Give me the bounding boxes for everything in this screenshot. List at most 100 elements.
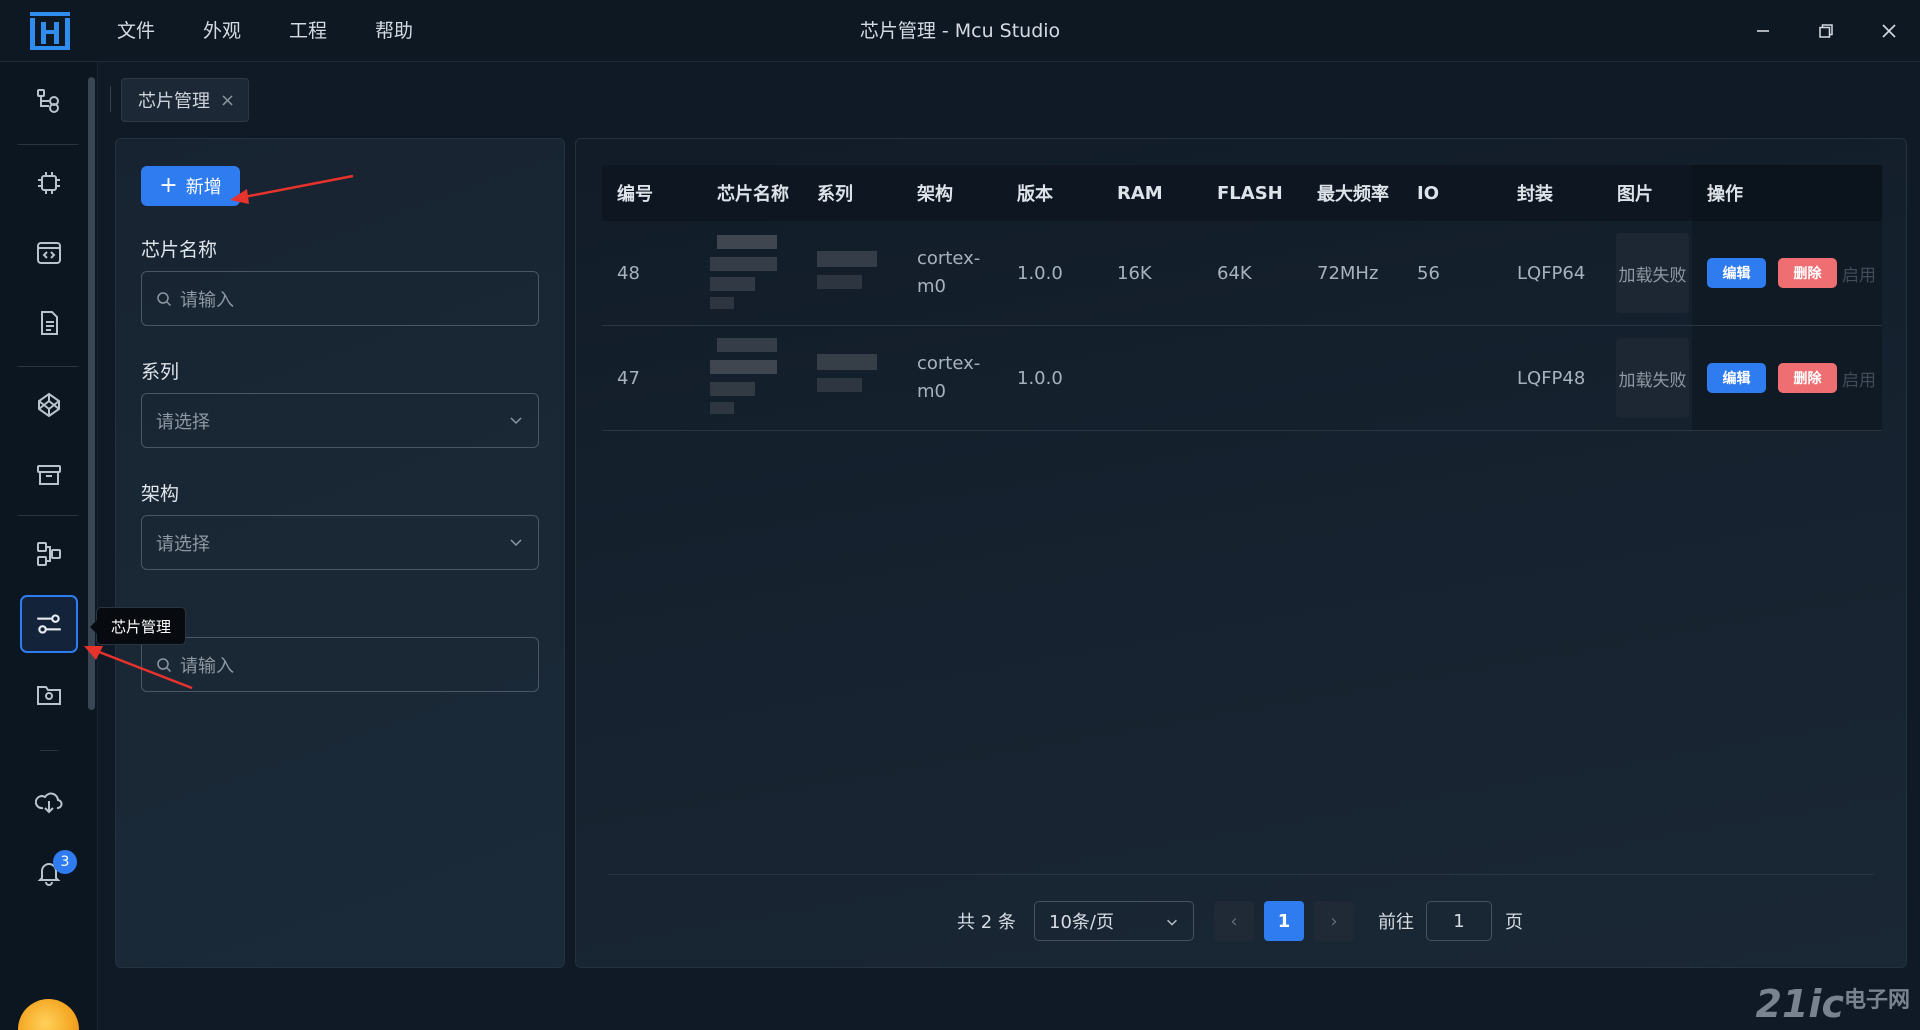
add-chip-button[interactable]: + 新增 xyxy=(141,166,240,206)
col-series: 系列 xyxy=(817,184,853,205)
arch-line: m0 xyxy=(917,276,946,297)
arch-line: m0 xyxy=(917,381,946,402)
nav-document[interactable] xyxy=(20,294,78,352)
page-number-current[interactable]: 1 xyxy=(1264,901,1304,941)
main-menu: 文件 外观 工程 帮助 xyxy=(117,0,461,62)
next-page-button[interactable]: › xyxy=(1314,901,1354,941)
watermark-main: 21ic xyxy=(1755,982,1844,1026)
nav-archive[interactable] xyxy=(20,446,78,504)
menu-help[interactable]: 帮助 xyxy=(375,0,413,62)
series-placeholder: 请选择 xyxy=(156,411,210,433)
table-row: 48 cortex- m0 1.0.0 16K 64K 72MHz 56 LQF… xyxy=(602,221,1882,326)
nav-divider xyxy=(18,515,78,516)
arch-line: cortex- xyxy=(917,353,981,374)
nav-download[interactable] xyxy=(20,773,78,831)
restore-icon xyxy=(1818,24,1833,38)
nav-chip[interactable] xyxy=(20,154,78,212)
tab-close-icon[interactable]: × xyxy=(220,90,235,111)
prev-page-button[interactable]: ‹ xyxy=(1214,901,1254,941)
nav-divider xyxy=(18,144,78,145)
goto-page-input[interactable]: 1 xyxy=(1426,901,1492,941)
delete-button[interactable]: 删除 xyxy=(1778,363,1837,393)
cell-flash: 64K xyxy=(1217,262,1252,284)
add-label: 新增 xyxy=(185,177,222,198)
enable-link[interactable]: 启用 xyxy=(1842,221,1876,325)
nav-component[interactable] xyxy=(20,376,78,434)
arch-label: 架构 xyxy=(141,483,180,505)
table-panel: 编号 芯片名称 系列 架构 版本 RAM FLASH 最大频率 IO 封装 图片… xyxy=(575,138,1907,968)
nav-divider xyxy=(40,750,58,751)
close-icon xyxy=(1881,24,1896,38)
chip-name-placeholder: 请输入 xyxy=(180,289,234,311)
nav-scrollbar[interactable] xyxy=(88,77,95,710)
close-button[interactable] xyxy=(1857,0,1920,62)
nav-tooltip: 芯片管理 xyxy=(89,607,187,645)
package-input[interactable]: 请输入 xyxy=(141,637,539,692)
pagination-divider xyxy=(608,874,1874,875)
nav-workflow[interactable] xyxy=(20,72,78,130)
cell-freq: 72MHz xyxy=(1317,262,1379,284)
col-name: 芯片名称 xyxy=(717,184,789,205)
nav-chip-management[interactable] xyxy=(20,595,78,653)
col-version: 版本 xyxy=(1017,184,1053,205)
chevron-down-icon xyxy=(510,539,522,547)
menu-file[interactable]: 文件 xyxy=(117,0,155,62)
tab-chip-management[interactable]: 芯片管理 × xyxy=(121,78,249,122)
title-bar: 文件 外观 工程 帮助 芯片管理 - Mcu Studio xyxy=(0,0,1920,62)
col-freq: 最大频率 xyxy=(1317,184,1389,205)
page-size-value: 10条/页 xyxy=(1049,912,1114,933)
enable-link[interactable]: 启用 xyxy=(1842,326,1876,430)
cell-ram: 16K xyxy=(1117,262,1152,284)
nav-media-folder[interactable] xyxy=(20,665,78,723)
chip-icon xyxy=(38,172,60,194)
cell-package: LQFP48 xyxy=(1517,367,1586,389)
cell-arch: cortex- m0 xyxy=(917,221,980,325)
image-load-failed: 加载失败 xyxy=(1616,338,1689,418)
code-window-icon xyxy=(37,242,61,264)
minimize-icon xyxy=(1756,30,1769,32)
nav-divider xyxy=(18,366,78,367)
edit-button[interactable]: 编辑 xyxy=(1707,363,1766,393)
series-select[interactable]: 请选择 xyxy=(141,393,539,448)
cell-arch: cortex- m0 xyxy=(917,326,980,430)
delete-button[interactable]: 删除 xyxy=(1778,258,1837,288)
page-size-select[interactable]: 10条/页 xyxy=(1034,901,1194,941)
cloud-download-icon xyxy=(35,792,63,814)
edit-button[interactable]: 编辑 xyxy=(1707,258,1766,288)
col-io: IO xyxy=(1417,182,1439,204)
avatar[interactable] xyxy=(18,999,79,1030)
arch-select[interactable]: 请选择 xyxy=(141,515,539,570)
arch-placeholder: 请选择 xyxy=(156,533,210,555)
minimize-button[interactable] xyxy=(1731,0,1794,62)
workflow-icon xyxy=(37,89,59,113)
col-ram: RAM xyxy=(1117,182,1163,204)
package-placeholder: 请输入 xyxy=(180,655,234,677)
table-header: 编号 芯片名称 系列 架构 版本 RAM FLASH 最大频率 IO 封装 图片… xyxy=(602,165,1882,221)
menu-project[interactable]: 工程 xyxy=(289,0,327,62)
col-package: 封装 xyxy=(1517,184,1553,205)
archive-icon xyxy=(37,465,61,485)
filter-panel: + 新增 芯片名称 请输入 系列 请选择 架构 请选择 请输入 xyxy=(115,138,565,968)
series-label: 系列 xyxy=(141,361,180,383)
cell-version: 1.0.0 xyxy=(1017,262,1063,284)
window-controls xyxy=(1731,0,1920,62)
document-icon xyxy=(41,311,58,335)
restore-button[interactable] xyxy=(1794,0,1857,62)
chip-name-input[interactable]: 请输入 xyxy=(141,271,539,326)
arch-line: cortex- xyxy=(917,248,981,269)
cell-id: 48 xyxy=(617,262,640,284)
tab-divider xyxy=(110,86,111,112)
menu-appearance[interactable]: 外观 xyxy=(203,0,241,62)
col-actions: 操作 xyxy=(1707,184,1743,205)
folder-camera-icon xyxy=(37,686,61,705)
plus-icon: + xyxy=(159,173,178,198)
image-load-failed: 加载失败 xyxy=(1616,233,1689,313)
notification-badge: 3 xyxy=(53,850,77,874)
chip-name-label: 芯片名称 xyxy=(141,239,218,261)
nav-diagram[interactable] xyxy=(20,525,78,583)
side-nav: 3 xyxy=(0,62,98,1030)
nav-code[interactable] xyxy=(20,224,78,282)
cell-version: 1.0.0 xyxy=(1017,367,1063,389)
chevron-left-icon: ‹ xyxy=(1230,910,1238,932)
cell-io: 56 xyxy=(1417,262,1440,284)
